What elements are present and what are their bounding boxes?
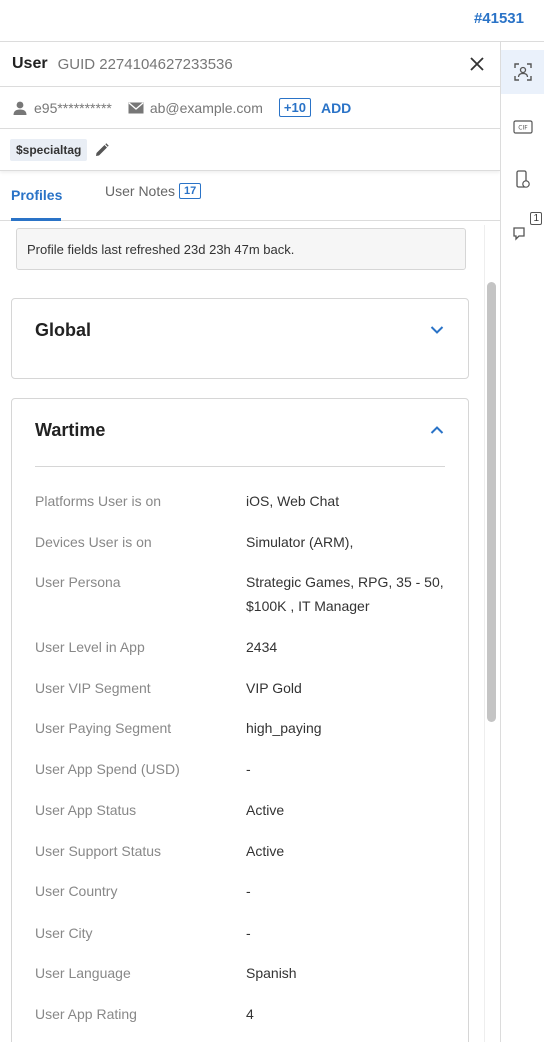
field-label: User City bbox=[35, 925, 93, 941]
user-tag[interactable]: $specialtag bbox=[10, 138, 88, 161]
active-tab-indicator bbox=[11, 218, 61, 221]
field-value: Simulator (ARM), bbox=[246, 534, 354, 550]
tab-user-notes[interactable]: User Notes 17 bbox=[105, 183, 202, 199]
tags-row: $specialtag bbox=[0, 129, 500, 171]
cif-icon: CIF bbox=[512, 120, 533, 134]
tab-profiles[interactable]: Profiles bbox=[11, 187, 62, 203]
right-icon-rail: CIF 1 bbox=[501, 41, 544, 1042]
field-value: - bbox=[246, 925, 251, 941]
close-icon[interactable] bbox=[466, 53, 488, 75]
field-value: Active bbox=[246, 843, 285, 859]
section-global: Global bbox=[11, 298, 469, 379]
scroll-track[interactable] bbox=[484, 225, 485, 1042]
user-guid: GUID 2274104627233536 bbox=[57, 55, 233, 73]
section-wartime: Wartime Platforms User is on iOS, Web Ch… bbox=[11, 398, 469, 1042]
field-value: Strategic Games, RPG, 35 - 50, $100K , I… bbox=[246, 574, 444, 614]
svg-text:CIF: CIF bbox=[518, 125, 528, 132]
user-icon bbox=[12, 101, 28, 115]
section-wartime-header[interactable]: Wartime bbox=[12, 399, 468, 461]
more-identities-button[interactable]: +10 bbox=[278, 98, 311, 117]
section-global-header[interactable]: Global bbox=[12, 299, 468, 361]
refresh-notice: Profile fields last refreshed 23d 23h 47… bbox=[16, 228, 466, 270]
identity-row: e95********** ab@example.com +10 ADD bbox=[0, 87, 500, 129]
device-icon bbox=[515, 170, 531, 190]
field-value: iOS, Web Chat bbox=[246, 493, 340, 509]
section-title: Wartime bbox=[35, 419, 106, 440]
tab-user-notes-label: User Notes bbox=[105, 183, 176, 199]
field-label: User App Rating bbox=[35, 1006, 137, 1022]
chat-count-badge: 1 bbox=[530, 212, 542, 225]
field-label: User Language bbox=[35, 965, 131, 981]
section-divider bbox=[35, 466, 445, 467]
field-label: User App Spend (USD) bbox=[35, 761, 180, 777]
field-value: - bbox=[246, 883, 251, 899]
field-value: - bbox=[246, 761, 251, 777]
ticket-id[interactable]: #41531 bbox=[474, 10, 524, 27]
field-value: 4 bbox=[246, 1006, 254, 1022]
profile-tabs: Profiles User Notes 17 bbox=[0, 171, 500, 221]
rail-cif-button[interactable]: CIF bbox=[501, 105, 544, 149]
field-value: Active bbox=[246, 802, 285, 818]
field-value: high_paying bbox=[246, 720, 322, 736]
user-label: User bbox=[12, 55, 48, 72]
field-value: Spanish bbox=[246, 965, 297, 981]
add-identity-button[interactable]: ADD bbox=[321, 100, 351, 116]
rail-user-profile-button[interactable] bbox=[501, 50, 544, 94]
notes-count-badge: 17 bbox=[179, 183, 202, 199]
scrollbar-thumb[interactable] bbox=[487, 282, 496, 722]
rail-chat-button[interactable]: 1 bbox=[501, 210, 544, 254]
panel-header: User GUID 2274104627233536 bbox=[0, 42, 500, 87]
chevron-down-icon[interactable] bbox=[430, 325, 444, 335]
chevron-up-icon[interactable] bbox=[430, 425, 444, 435]
field-label: User VIP Segment bbox=[35, 680, 151, 696]
field-label: User Paying Segment bbox=[35, 720, 172, 736]
rail-device-button[interactable] bbox=[501, 158, 544, 202]
field-label: User Support Status bbox=[35, 843, 162, 859]
user-email: ab@example.com bbox=[149, 99, 263, 116]
field-label: Platforms User is on bbox=[35, 493, 162, 509]
field-label: User Level in App bbox=[35, 639, 145, 655]
field-value: 2434 bbox=[246, 639, 278, 655]
section-title: Global bbox=[35, 319, 92, 340]
field-label: Devices User is on bbox=[35, 534, 152, 550]
username: e95********** bbox=[34, 99, 112, 116]
field-label: User Persona bbox=[35, 574, 121, 590]
edit-tags-pencil-icon[interactable] bbox=[95, 142, 110, 157]
user-scan-icon bbox=[513, 63, 532, 81]
field-value: VIP Gold bbox=[246, 680, 302, 696]
user-profile-panel: User GUID 2274104627233536 e95**********… bbox=[0, 41, 501, 1042]
field-label: User Country bbox=[35, 883, 118, 899]
chat-icon bbox=[512, 222, 534, 242]
email-icon bbox=[128, 102, 144, 114]
field-label: User App Status bbox=[35, 802, 137, 818]
